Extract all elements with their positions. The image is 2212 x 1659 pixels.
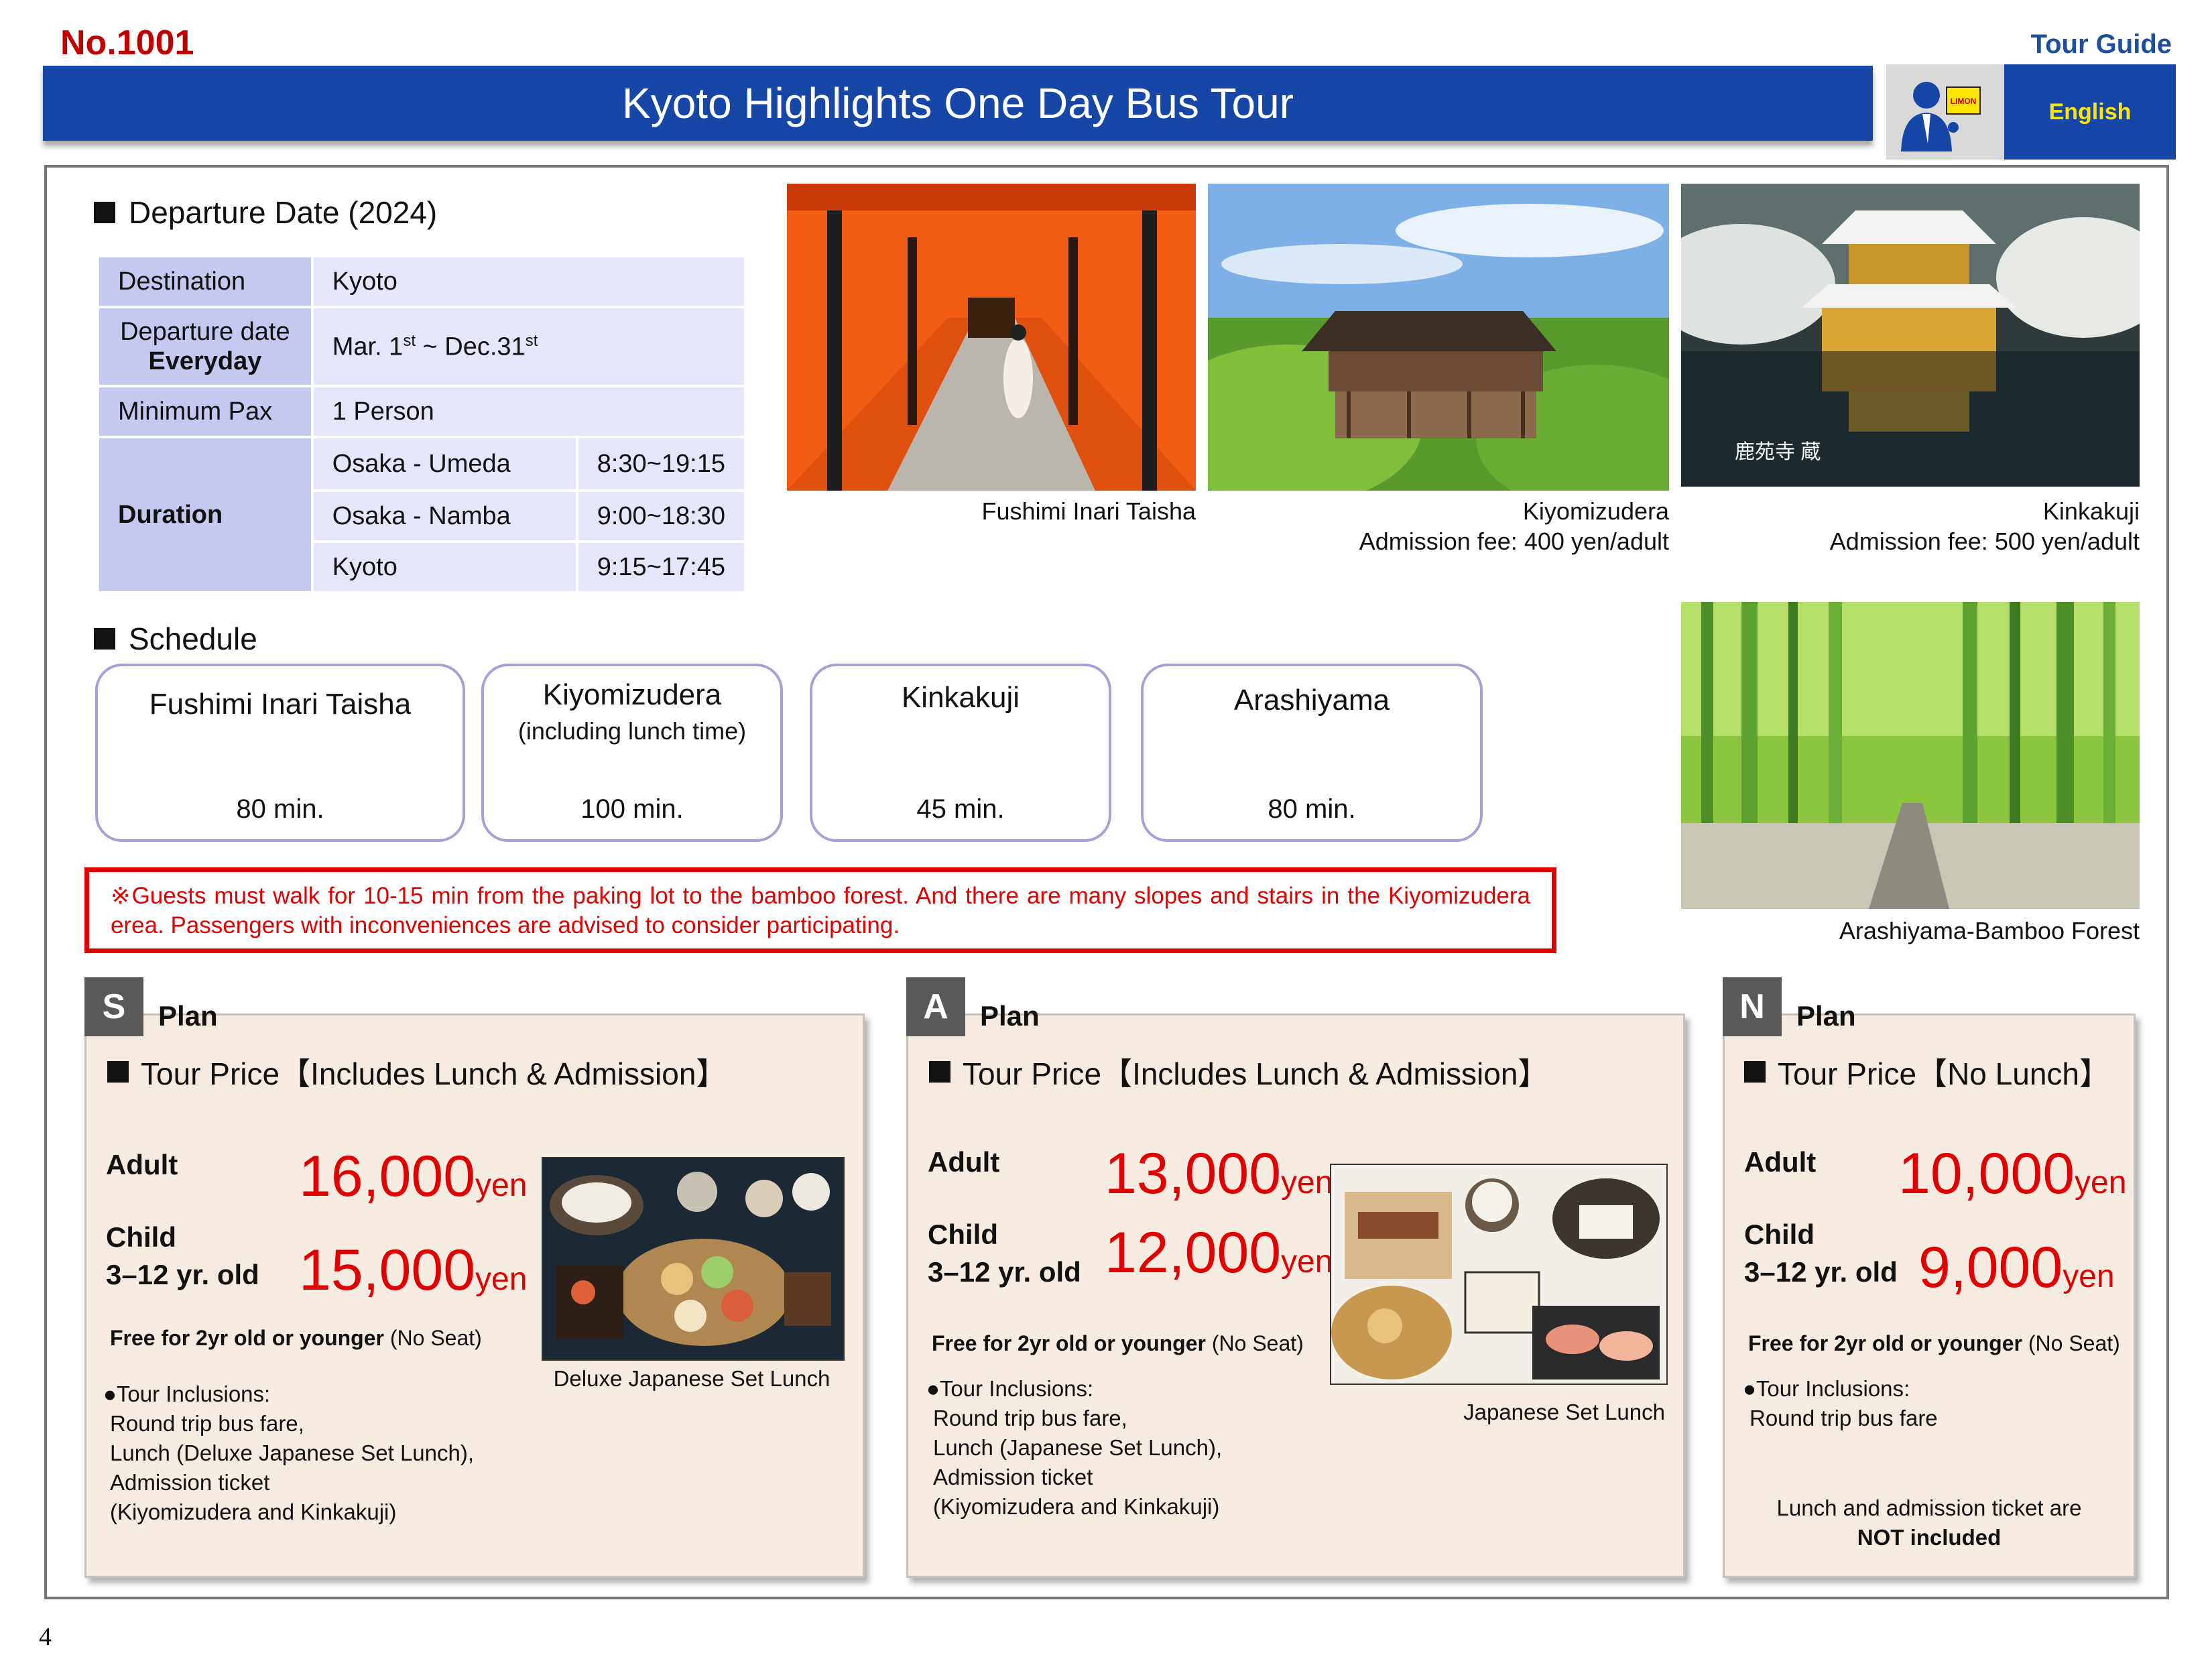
plan-n-tag: N: [1723, 977, 1782, 1036]
deluxe-lunch-photo: [542, 1157, 845, 1361]
square-bullet-icon: [94, 628, 115, 650]
japanese-lunch-caption: Japanese Set Lunch: [1463, 1400, 1665, 1424]
fushimi-inari-photo: [787, 184, 1196, 491]
plan-a-tag: A: [906, 977, 965, 1036]
plan-s-child-label: Child 3–12 yr. old: [106, 1221, 259, 1290]
schedule-item-name: Arashiyama: [1233, 684, 1390, 717]
kiyomizudera-photo: [1208, 184, 1669, 491]
limon-logo: LIMON: [1951, 97, 1977, 106]
destination-value: Kyoto: [313, 257, 744, 306]
plan-n-child-price: 9,000yen: [1918, 1235, 2115, 1300]
plan-n-adult-price: 10,000yen: [1898, 1142, 2127, 1206]
title-bar: Kyoto Highlights One Day Bus Tour: [43, 66, 1873, 141]
tour-guide-label: Tour Guide: [2030, 29, 2172, 59]
japanese-lunch-photo: [1330, 1164, 1668, 1385]
plan-s-inclusions: ●Tour Inclusions: Round trip bus fare, L…: [103, 1381, 475, 1524]
page-title: Kyoto Highlights One Day Bus Tour: [622, 79, 1294, 127]
walking-warning: ※Guests must walk for 10-15 min from the…: [84, 867, 1556, 953]
square-bullet-icon: [94, 202, 115, 223]
min-pax-label: Minimum Pax: [99, 387, 311, 436]
language-label: English: [2048, 99, 2132, 125]
plan-s-free-note: Free for 2yr old or younger (No Seat): [110, 1326, 482, 1350]
duration-time: 8:30~19:15: [578, 438, 744, 489]
schedule-item-note: (including lunch time): [517, 717, 747, 745]
schedule-item-minutes: 80 min.: [1268, 794, 1356, 824]
duration-label: Duration: [99, 438, 311, 591]
plan-a-label: Plan: [980, 1000, 1040, 1032]
schedule-item: Kiyomizudera (including lunch time) 100 …: [481, 664, 783, 842]
plan-s-price-heading: Tour Price【Includes Lunch & Admission】: [107, 1050, 727, 1094]
duration-time: 9:00~18:30: [578, 492, 744, 540]
plan-s-adult-price: 16,000yen: [299, 1144, 528, 1209]
plan-a-free-note: Free for 2yr old or younger (No Seat): [932, 1331, 1304, 1355]
square-bullet-icon: [1744, 1061, 1766, 1083]
departure-table: Destination Kyoto Departure date Everyda…: [97, 255, 747, 594]
duration-time: 9:15~17:45: [578, 543, 744, 591]
tour-number: No.1001: [60, 23, 194, 62]
plan-n-price-heading: Tour Price【No Lunch】: [1744, 1050, 2110, 1094]
plan-a-child-label: Child 3–12 yr. old: [928, 1219, 1081, 1288]
duration-place: Osaka - Namba: [313, 492, 576, 540]
plan-n-inclusions: ●Tour Inclusions: Round trip bus fare: [1743, 1376, 1938, 1430]
arashiyama-photo: [1681, 602, 2140, 909]
duration-place: Osaka - Umeda: [313, 438, 576, 489]
schedule-heading: Schedule: [94, 621, 257, 657]
plan-n-not-included-note: Lunch and admission ticket are NOT inclu…: [1776, 1495, 2082, 1550]
arashiyama-caption: Arashiyama-Bamboo Forest: [1839, 917, 2140, 944]
deluxe-lunch-caption: Deluxe Japanese Set Lunch: [553, 1366, 831, 1391]
schedule-item-minutes: 45 min.: [916, 794, 1005, 824]
page-number: 4: [39, 1623, 52, 1651]
duration-place: Kyoto: [313, 543, 576, 591]
kinkakuji-watermark: 鹿苑寺 蔵: [1735, 441, 1821, 463]
kinkakuji-caption: Kinkakuji Admission fee: 500 yen/adult: [1829, 497, 2140, 555]
tour-guide-icon: LIMON: [1886, 64, 2004, 160]
plan-n-free-note: Free for 2yr old or younger (No Seat): [1748, 1331, 2120, 1355]
schedule-item-minutes: 80 min.: [236, 794, 324, 824]
schedule-item: Fushimi Inari Taisha 80 min.: [95, 664, 465, 842]
square-bullet-icon: [107, 1061, 129, 1083]
plan-s-tag: S: [84, 977, 143, 1036]
schedule-item-name: Kiyomizudera: [542, 678, 722, 711]
schedule-item-name: Kinkakuji: [901, 681, 1020, 714]
plan-n-child-label: Child 3–12 yr. old: [1744, 1219, 1898, 1288]
schedule-item: Kinkakuji 45 min.: [810, 664, 1111, 842]
plan-a-adult-label: Adult: [928, 1146, 1000, 1178]
schedule-item-minutes: 100 min.: [580, 794, 684, 824]
destination-label: Destination: [99, 257, 311, 306]
plan-a-inclusions: ●Tour Inclusions: Round trip bus fare, L…: [926, 1376, 1223, 1519]
plan-s-adult-label: Adult: [106, 1149, 178, 1180]
schedule-item-name: Fushimi Inari Taisha: [149, 688, 412, 721]
schedule-item: Arashiyama 80 min.: [1141, 664, 1483, 842]
plan-a-price-heading: Tour Price【Includes Lunch & Admission】: [929, 1050, 1548, 1094]
departure-date-label: Departure date Everyday: [99, 308, 311, 385]
plan-a-adult-price: 13,000yen: [1105, 1142, 1333, 1206]
plan-s-child-price: 15,000yen: [299, 1238, 528, 1302]
min-pax-value: 1 Person: [313, 387, 744, 436]
language-badge: English: [2004, 64, 2176, 160]
square-bullet-icon: [929, 1061, 950, 1083]
departure-heading: Departure Date (2024): [94, 194, 437, 231]
plan-s-label: Plan: [158, 1000, 218, 1032]
fushimi-caption: Fushimi Inari Taisha: [981, 497, 1196, 525]
kiyomizudera-caption: Kiyomizudera Admission fee: 400 yen/adult: [1359, 497, 1669, 555]
plan-n-label: Plan: [1796, 1000, 1856, 1032]
plan-a-child-price: 12,000yen: [1105, 1221, 1333, 1285]
departure-date-value: Mar. 1st ~ Dec.31st: [313, 308, 744, 385]
plan-n-adult-label: Adult: [1744, 1146, 1817, 1178]
kinkakuji-photo: 鹿苑寺 蔵: [1681, 184, 2140, 487]
